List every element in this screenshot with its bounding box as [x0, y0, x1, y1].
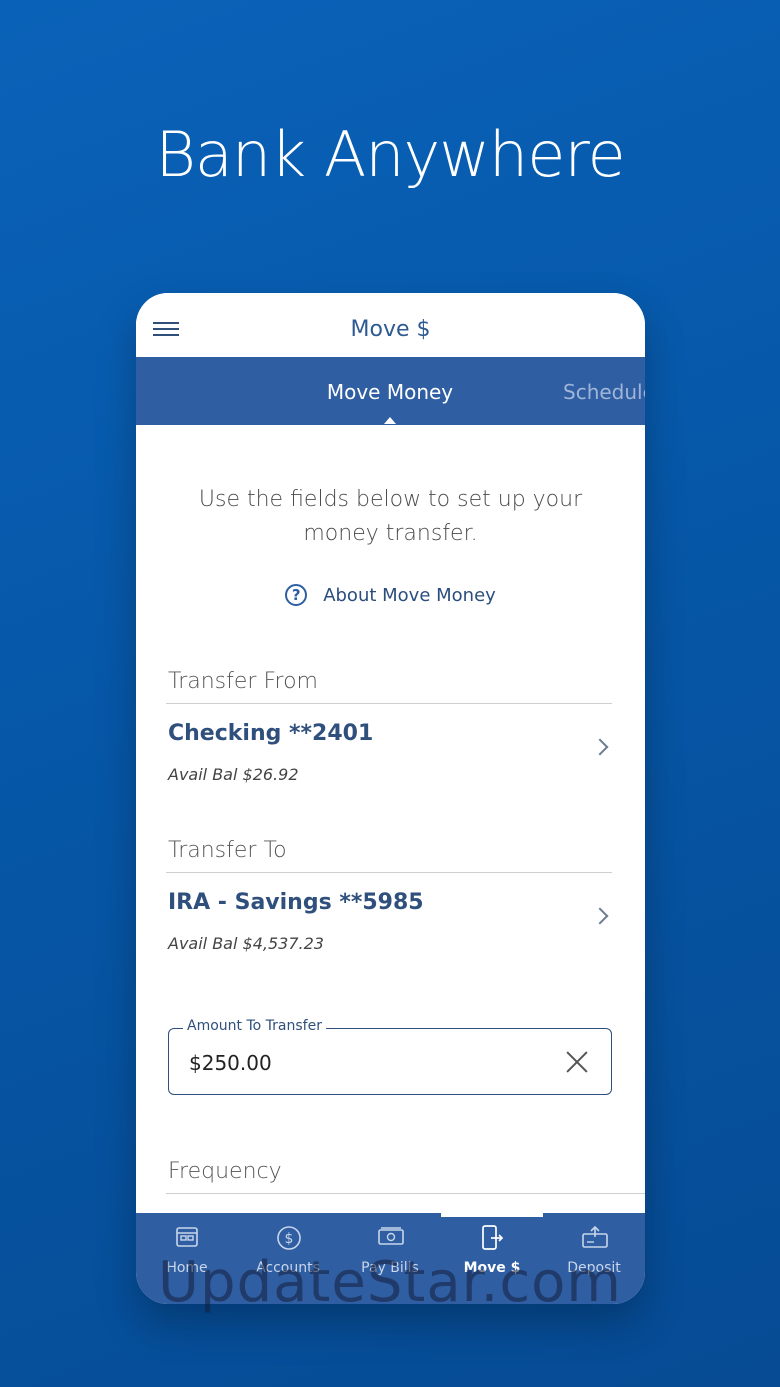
- phone-screen: Move $ Move Money Schedule Use the field…: [136, 293, 645, 1304]
- frequency-label: Frequency: [168, 1159, 282, 1184]
- phone-transfer-icon: [482, 1225, 504, 1250]
- bill-icon: [378, 1227, 404, 1245]
- chevron-right-icon: [591, 738, 609, 756]
- deposit-check-icon: [582, 1225, 608, 1248]
- tab-schedule[interactable]: Schedule: [563, 380, 645, 404]
- svg-text:$: $: [285, 1231, 294, 1247]
- amount-field-label: Amount To Transfer: [183, 1018, 326, 1034]
- tab-move-money[interactable]: Move Money: [296, 380, 484, 404]
- clear-icon[interactable]: [565, 1050, 589, 1074]
- to-account-name: IRA - Savings **5985: [168, 890, 424, 915]
- chevron-right-icon: [591, 907, 609, 925]
- about-move-money-link[interactable]: ? About Move Money: [136, 581, 645, 609]
- transfer-to-selector[interactable]: IRA - Savings **5985 Avail Bal $4,537.23: [136, 876, 645, 956]
- question-circle-icon: ?: [285, 584, 308, 606]
- divider: [166, 1193, 645, 1194]
- transfer-to-label: Transfer To: [168, 838, 287, 863]
- about-link-label: About Move Money: [323, 584, 496, 606]
- amount-input[interactable]: [187, 1047, 551, 1079]
- active-tab-caret: [384, 417, 396, 424]
- dollar-circle-icon: $: [277, 1226, 301, 1250]
- to-account-balance: Avail Bal $4,537.23: [168, 934, 324, 953]
- top-app-bar: Move $: [136, 293, 645, 357]
- home-icon: [176, 1227, 198, 1247]
- from-account-name: Checking **2401: [168, 721, 374, 746]
- from-account-balance: Avail Bal $26.92: [168, 765, 299, 784]
- watermark: UpdateStar.com: [158, 1250, 622, 1315]
- transfer-from-selector[interactable]: Checking **2401 Avail Bal $26.92: [136, 707, 645, 787]
- intro-text: Use the fields below to set up your mone…: [198, 487, 583, 546]
- headline: Bank Anywhere: [155, 118, 625, 191]
- transfer-from-label: Transfer From: [168, 669, 318, 694]
- page-title: Move $: [350, 317, 431, 342]
- amount-field: Amount To Transfer: [168, 1018, 612, 1095]
- tab-bar: Move Money Schedule: [136, 357, 645, 425]
- divider: [166, 872, 612, 873]
- divider: [166, 703, 612, 704]
